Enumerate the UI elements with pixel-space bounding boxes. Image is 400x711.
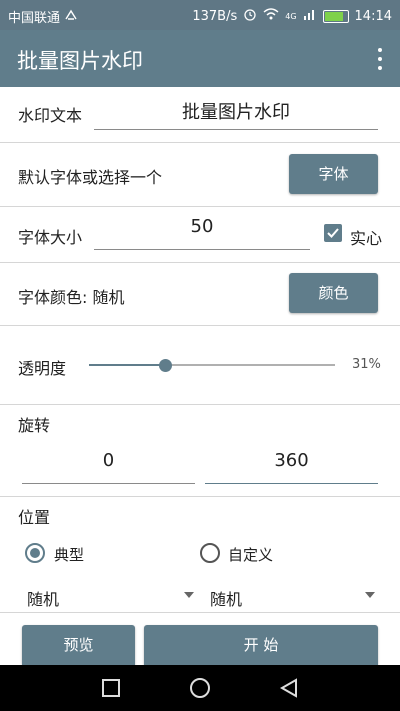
divider	[0, 325, 400, 326]
app-title: 批量图片水印	[17, 49, 143, 73]
solid-label: 实心	[350, 229, 383, 248]
opacity-slider-fill	[89, 364, 166, 366]
network-type: 4G	[285, 11, 297, 21]
carrier-name: 中国联通	[8, 11, 61, 26]
rotation-label: 旋转	[18, 416, 51, 435]
position-spinner-right[interactable]: 随机	[210, 586, 378, 610]
recent-apps-icon[interactable]	[101, 678, 121, 698]
home-icon[interactable]	[189, 677, 211, 699]
divider	[0, 142, 400, 143]
check-icon	[327, 228, 339, 238]
signal-icon	[303, 8, 317, 24]
divider	[0, 496, 400, 497]
divider	[0, 206, 400, 207]
start-button[interactable]: 开 始	[144, 625, 378, 665]
opacity-value: 31%	[352, 357, 381, 372]
app-toolbar: 批量图片水印	[0, 30, 400, 87]
radio-custom[interactable]	[200, 543, 220, 563]
usb-icon	[64, 9, 78, 25]
divider	[0, 404, 400, 405]
dropdown-arrow-icon	[184, 592, 194, 598]
solid-checkbox[interactable]	[324, 224, 342, 242]
overflow-menu-icon[interactable]	[376, 48, 384, 70]
spinner-left-value: 随机	[27, 590, 60, 609]
preview-button[interactable]: 预览	[22, 625, 135, 665]
radio-custom-label: 自定义	[228, 546, 274, 564]
watermark-text-label: 水印文本	[18, 106, 83, 125]
status-bar: 中国联通 137B/s 4G 14:14	[0, 0, 400, 30]
divider	[0, 612, 400, 613]
radio-typical-label: 典型	[54, 546, 85, 564]
font-size-label: 字体大小	[18, 228, 83, 247]
position-spinner-left[interactable]: 随机	[27, 586, 195, 610]
battery-icon	[322, 9, 349, 23]
opacity-slider-thumb[interactable]	[158, 358, 172, 372]
rotation-from-input[interactable]: 0	[22, 450, 195, 484]
clock: 14:14	[354, 8, 392, 24]
color-button[interactable]: 颜色	[289, 273, 378, 313]
system-nav-bar	[0, 665, 400, 711]
rotation-to-input[interactable]: 360	[205, 450, 378, 484]
divider	[0, 262, 400, 263]
font-label: 默认字体或选择一个	[18, 168, 163, 187]
font-color-label: 字体颜色: 随机	[18, 288, 125, 307]
spinner-right-value: 随机	[210, 590, 243, 609]
font-button[interactable]: 字体	[289, 154, 378, 194]
wifi-icon	[263, 8, 279, 24]
dropdown-arrow-icon	[365, 592, 375, 598]
network-speed: 137B/s	[192, 8, 238, 24]
opacity-label: 透明度	[18, 359, 67, 378]
back-icon[interactable]	[278, 677, 300, 699]
watermark-text-input[interactable]: 批量图片水印	[94, 98, 378, 130]
font-size-input[interactable]: 50	[94, 216, 310, 250]
opacity-slider[interactable]	[89, 358, 335, 372]
position-label: 位置	[18, 508, 51, 527]
radio-typical[interactable]	[25, 543, 45, 563]
alarm-icon	[243, 7, 257, 25]
